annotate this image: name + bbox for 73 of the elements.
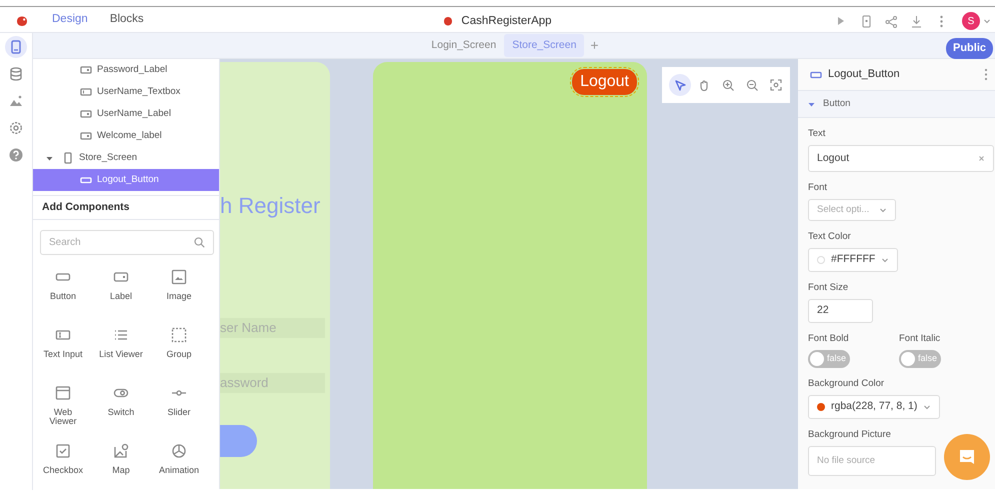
hand-icon[interactable] [698, 79, 710, 91]
app-title: CashRegisterApp [461, 14, 552, 28]
color-select[interactable]: rgba(228, 77, 8, 1) [808, 395, 940, 419]
phone-icon [62, 152, 74, 164]
field-label: Text [808, 128, 826, 140]
search-icon [194, 237, 205, 248]
group-icon [171, 327, 187, 343]
chevron-icon[interactable] [879, 206, 887, 214]
mode-tab[interactable]: Blocks [110, 7, 144, 36]
label-icon [80, 130, 92, 142]
caret-icon[interactable] [983, 17, 991, 26]
tree-item[interactable]: UserName_Label [33, 103, 219, 125]
tree-item[interactable]: UserName_Textbox [33, 81, 219, 103]
logo-icon [16, 15, 28, 28]
component-item[interactable]: Group [150, 327, 208, 385]
field-label: Font Size [808, 282, 850, 294]
mountain-icon[interactable] [9, 94, 23, 108]
clear-icon[interactable] [978, 155, 985, 162]
section-header[interactable]: Button [798, 91, 995, 118]
avatar[interactable]: S [962, 12, 980, 30]
phone-icon[interactable] [860, 14, 873, 28]
component-item[interactable]: Image [150, 269, 208, 327]
focus-icon[interactable] [770, 79, 782, 91]
chat-icon[interactable] [957, 447, 977, 467]
map-icon [113, 443, 129, 459]
component-item[interactable]: Map [92, 443, 150, 491]
tree-item[interactable]: Store_Screen [33, 147, 219, 169]
component-item[interactable]: Label [92, 269, 150, 327]
field-label: Background Color [808, 378, 886, 390]
public-badge[interactable]: Public [946, 38, 993, 58]
animation-icon [171, 443, 187, 459]
component-item[interactable]: Slider [150, 385, 208, 443]
panel-title: Add Components [33, 196, 219, 220]
device-icon[interactable] [9, 40, 23, 54]
cursor-icon[interactable] [674, 79, 686, 91]
browser-icon [55, 385, 71, 401]
component-name: Logout_Button [828, 67, 901, 82]
component-item[interactable]: Text Input [34, 327, 92, 385]
field-label: Background Picture [808, 429, 892, 441]
download-icon[interactable] [910, 14, 923, 28]
database-icon[interactable] [9, 67, 23, 81]
chevron-icon[interactable] [881, 256, 890, 264]
component-item[interactable]: Animation [150, 443, 208, 491]
field-label: Font Italic [899, 333, 942, 345]
logout-button[interactable]: Logout [572, 69, 637, 95]
color-select[interactable]: #FFFFFF [808, 248, 898, 272]
app-icon [443, 16, 454, 26]
settings-icon[interactable] [9, 121, 23, 135]
tree-item[interactable]: Welcome_label [33, 125, 219, 147]
zoom-in-icon[interactable] [722, 79, 734, 91]
caret-icon[interactable] [46, 154, 53, 162]
field-label: Font [808, 182, 828, 194]
component-item[interactable]: Checkbox [34, 443, 92, 491]
number-field[interactable]: 22 [808, 299, 873, 323]
text-field[interactable]: Logout [808, 145, 994, 172]
component-item[interactable]: Button [34, 269, 92, 327]
tree-item[interactable]: Password_Label [33, 59, 219, 81]
chevron-icon[interactable] [923, 403, 932, 411]
label-icon [80, 108, 92, 120]
help-icon[interactable] [9, 148, 23, 162]
image-icon [171, 269, 187, 285]
checkbox-icon [55, 443, 71, 459]
label-icon [80, 64, 92, 76]
field-label: Text Color [808, 231, 852, 243]
component-item[interactable]: Switch [92, 385, 150, 443]
component-item[interactable]: List Viewer [92, 327, 150, 385]
more-icon[interactable] [983, 68, 989, 81]
field-label: Font Bold [808, 333, 850, 345]
preview-heading: h Register [220, 193, 320, 219]
textbox-icon [80, 86, 92, 98]
share-icon[interactable] [885, 14, 898, 28]
zoom-out-icon[interactable] [746, 79, 758, 91]
component-item[interactable]: Web Viewer [34, 385, 92, 443]
